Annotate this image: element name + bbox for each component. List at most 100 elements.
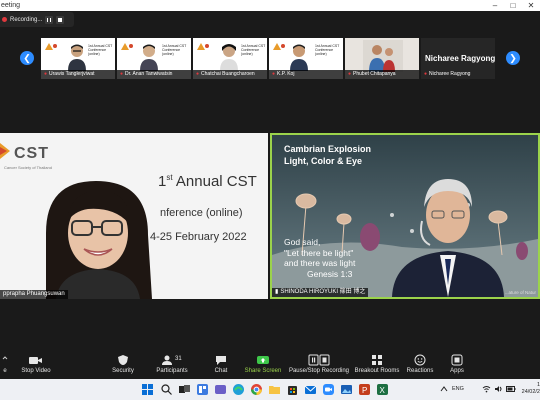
- participant-tile[interactable]: 1st Annual CST Conference (online) ● Uraw…: [41, 38, 115, 79]
- teams-chat-icon[interactable]: [214, 383, 227, 396]
- video-tile-left[interactable]: CST Cancer Society of Thailand 1st Annua…: [0, 133, 268, 299]
- search-icon[interactable]: [160, 383, 173, 396]
- mic-muted-icon: ●: [348, 71, 352, 77]
- mic-muted-icon: ●: [196, 71, 200, 77]
- mic-muted-icon: ●: [120, 71, 124, 77]
- slide-text: 1st Annual CST Conference (online): [88, 44, 113, 56]
- mic-muted-icon: ●: [44, 71, 48, 77]
- chat-icon: [216, 356, 226, 365]
- widgets-icon[interactable]: [196, 383, 209, 396]
- share-screen-icon: [257, 356, 269, 364]
- mic-muted-icon: ●: [424, 71, 428, 77]
- avatar: [220, 44, 238, 71]
- participant-tile[interactable]: 1st Annual CST Conference (online) ● Dr. …: [117, 38, 191, 79]
- recording-dot-icon: [2, 17, 7, 22]
- mute-caret-icon: [2, 356, 8, 360]
- pause-stop-recording-button[interactable]: Pause/Stop Recording: [288, 354, 350, 376]
- breakout-rooms-icon: [372, 355, 382, 365]
- mic-muted-icon: ●: [272, 71, 276, 77]
- edge-browser-icon[interactable]: [232, 383, 245, 396]
- mail-icon[interactable]: [304, 383, 317, 396]
- volume-icon[interactable]: [494, 385, 503, 393]
- participant-tile[interactable]: 1st Annual CST Conference (online) ● K.P.…: [269, 38, 343, 79]
- reactions-icon: [414, 354, 426, 366]
- maximize-button[interactable]: □: [504, 0, 522, 11]
- excel-icon[interactable]: X: [376, 383, 389, 396]
- pause-icon[interactable]: [45, 15, 54, 24]
- participant-count: 31: [175, 356, 182, 362]
- cst-logo-text: CST: [14, 145, 49, 162]
- slide-quote: God said, "Let there be light" and there…: [284, 237, 356, 279]
- participant-tile[interactable]: ● Phubet Chitapanya: [345, 38, 419, 79]
- share-screen-button[interactable]: Share Screen: [244, 354, 282, 376]
- stop-video-button[interactable]: Stop Video: [18, 354, 54, 376]
- svg-text:X: X: [380, 386, 386, 395]
- slide-text: 1st Annual CST Conference (online): [162, 44, 187, 56]
- slide-text: 1st Annual CST Conference (online): [315, 44, 340, 56]
- stop-icon[interactable]: [56, 15, 65, 24]
- shield-icon: [118, 355, 128, 365]
- mute-button[interactable]: e: [0, 354, 10, 376]
- system-clock[interactable]: 1 24/02/2: [522, 382, 540, 396]
- zoom-app-icon[interactable]: [322, 383, 335, 396]
- title-bar: eeting – □ ✕: [0, 0, 540, 11]
- participant-name: ● Phubet Chitapanya: [345, 70, 419, 79]
- participant-name: ● Urawis Tanglerjviwat: [41, 70, 115, 79]
- apps-icon: [451, 354, 463, 366]
- zoom-meeting-window: eeting – □ ✕ Recording... ❮ 1st Annual C…: [0, 0, 540, 400]
- close-button[interactable]: ✕: [522, 0, 540, 11]
- minimize-button[interactable]: –: [486, 0, 504, 11]
- cst-logo-icon: [45, 43, 57, 50]
- powerpoint-icon[interactable]: P: [358, 383, 371, 396]
- avatar: [290, 44, 308, 71]
- slide-text: 1st Annual CST Conference (online): [241, 44, 266, 56]
- video-tile-active-speaker[interactable]: Cambrian Explosion Light, Color & Eye Go…: [270, 133, 540, 299]
- chrome-icon[interactable]: [250, 383, 263, 396]
- cst-logo-icon: [121, 43, 133, 50]
- file-explorer-icon[interactable]: [268, 383, 281, 396]
- participant-name: ● Nicharee Ragyong: [424, 71, 471, 77]
- windows-start-icon[interactable]: [141, 383, 154, 396]
- cst-logo-icon: [273, 43, 285, 50]
- participant-name: ● K.P. Koj: [269, 70, 343, 79]
- store-icon[interactable]: [286, 383, 299, 396]
- participant-tile[interactable]: Nicharee Ragyong ● Nicharee Ragyong: [421, 38, 495, 79]
- participant-tile[interactable]: 1st Annual CST Conference (online) ● Chat…: [193, 38, 267, 79]
- meeting-controls-toolbar: e Stop Video Security 31 Participants Ch…: [0, 352, 540, 379]
- participant-name: ● Chatchai Buangcharoen: [193, 70, 267, 79]
- chevron-left-icon[interactable]: ❮: [20, 51, 34, 65]
- speaker-video: [46, 181, 152, 299]
- battery-icon[interactable]: [506, 385, 516, 393]
- cst-logo-subtitle: Cancer Society of Thailand: [4, 165, 52, 170]
- speaker-name-label: pprapha Phuangsuwan: [0, 290, 68, 299]
- chat-button[interactable]: Chat: [210, 354, 232, 376]
- cst-logo-icon: [197, 43, 209, 50]
- window-controls: – □ ✕: [486, 0, 540, 11]
- pause-recording-icon: [308, 354, 330, 366]
- breakout-rooms-button[interactable]: Breakout Rooms: [354, 354, 400, 376]
- security-button[interactable]: Security: [108, 354, 138, 376]
- apps-button[interactable]: Apps: [446, 354, 468, 376]
- recording-indicator: Recording...: [0, 12, 74, 27]
- participants-button[interactable]: 31 Participants: [154, 354, 190, 376]
- reactions-button[interactable]: Reactions: [404, 354, 436, 376]
- recording-label: Recording...: [10, 16, 43, 23]
- windows-taskbar: P X ENG 1 24/02/2: [0, 379, 540, 400]
- photos-icon[interactable]: [340, 383, 353, 396]
- avatar: [140, 44, 158, 71]
- chevron-up-icon[interactable]: [440, 385, 448, 393]
- speaker-name-label: ▮ SHINODA HIROYUKI 篠田 博之: [272, 288, 369, 297]
- language-indicator[interactable]: ENG: [452, 379, 464, 400]
- chevron-right-icon[interactable]: ❯: [506, 51, 520, 65]
- conference-subtitle: nference (online): [160, 207, 243, 219]
- wifi-icon[interactable]: [482, 385, 491, 393]
- avatar: [363, 40, 403, 72]
- participants-icon: 31: [162, 355, 182, 365]
- video-camera-icon: [29, 357, 42, 364]
- slide-title: Cambrian Explosion Light, Color & Eye: [284, 144, 372, 166]
- cst-logo-icon: [0, 143, 10, 159]
- conference-title: 1st Annual CST: [158, 173, 257, 190]
- participant-name: ● Dr. Anan Tanwiwatsin: [117, 70, 191, 79]
- task-view-icon[interactable]: [178, 383, 191, 396]
- mic-icon: ▮: [275, 289, 279, 295]
